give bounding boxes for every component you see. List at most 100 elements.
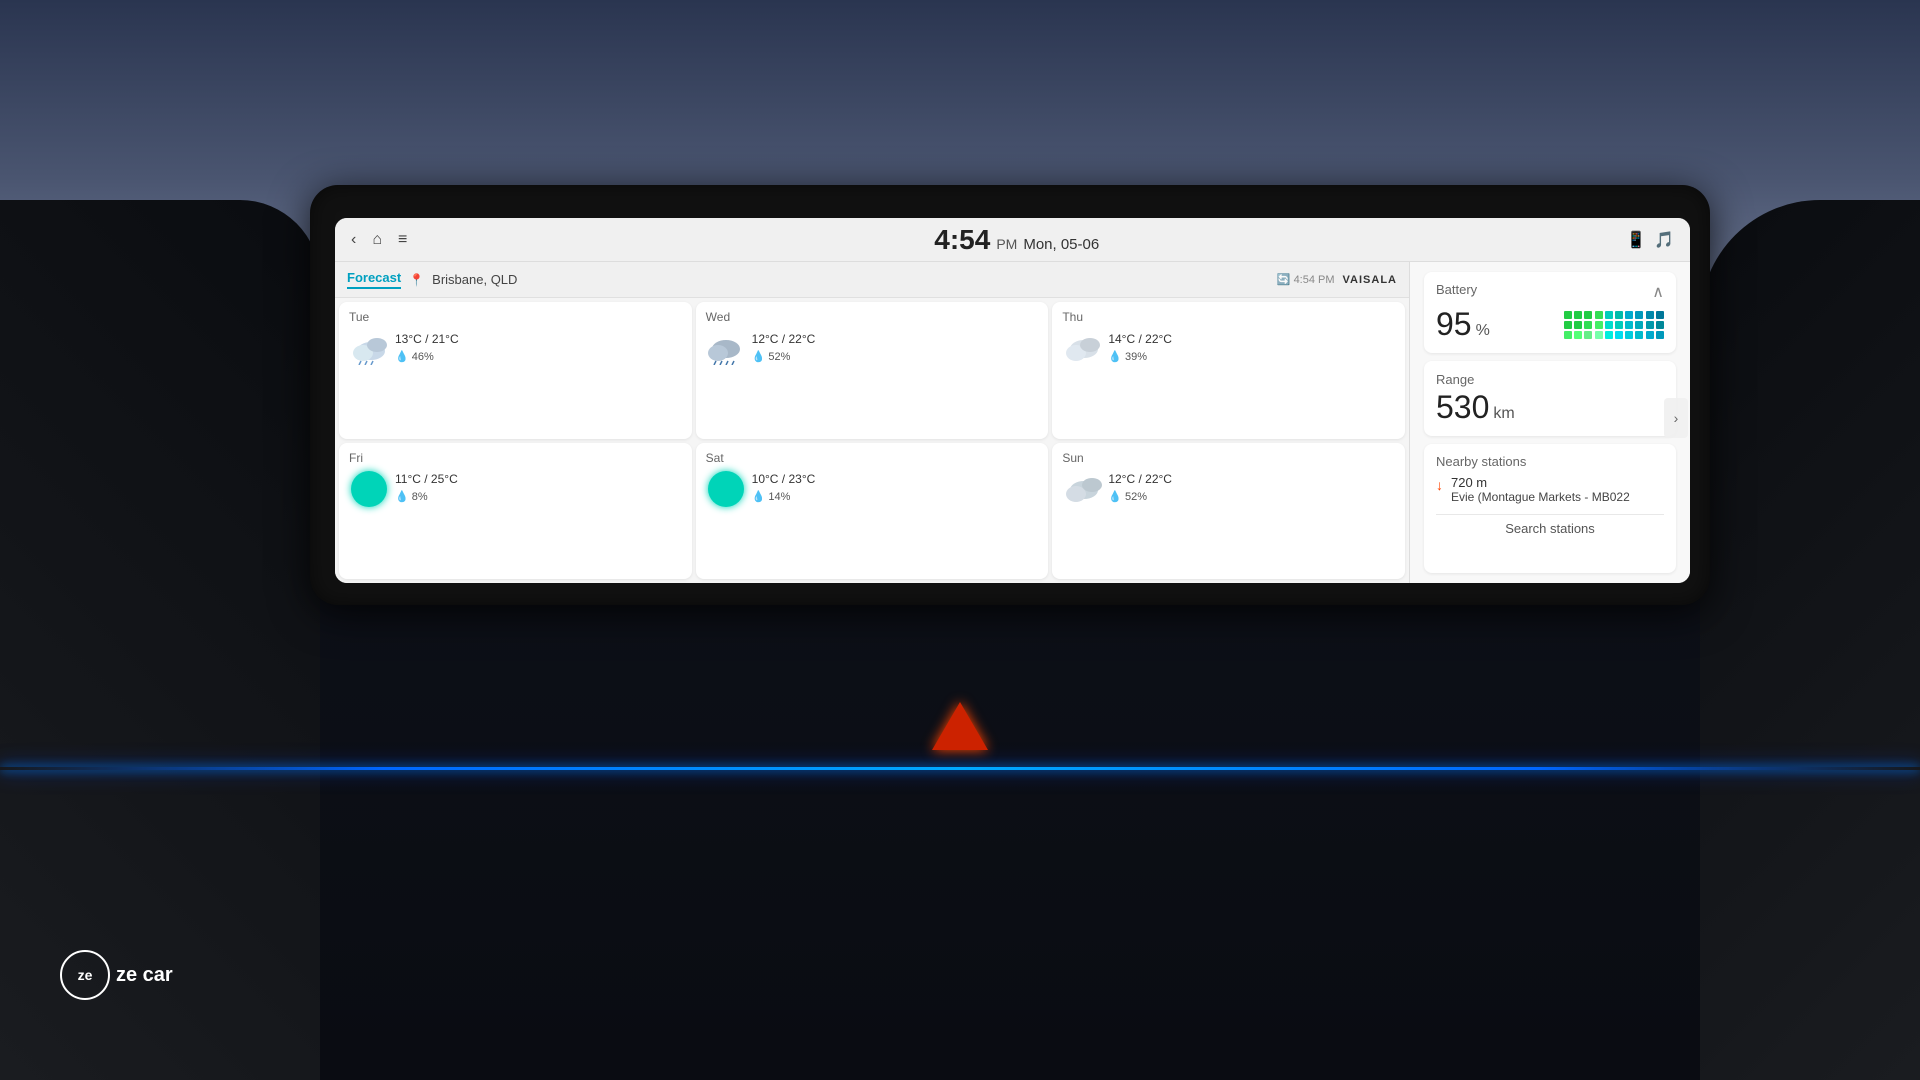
ev-panel: Battery ∧ 95 % [1410,262,1690,583]
status-bar: ‹ ⌂ ≡ 4:54 PM Mon, 05-06 📱 🎵 [335,218,1690,262]
raindrop-icon-sat: 💧 [752,489,766,507]
battery-cell [1574,331,1582,339]
weather-cell-sat: Sat 10°C / 23°C 💧 14% [696,443,1049,580]
left-panel [0,200,320,1080]
nav-arrow-right[interactable]: › [1664,398,1688,438]
temp-wed: 12°C / 22°C [752,330,816,349]
weather-details-tue: 13°C / 21°C 💧 46% [395,330,459,367]
battery-cell [1635,311,1643,319]
temp-sat: 10°C / 23°C [752,470,816,489]
weather-row-thu: 14°C / 22°C 💧 39% [1062,328,1395,368]
battery-cell [1595,321,1603,329]
weather-row-tue: 13°C / 21°C 💧 46% [349,328,682,368]
temp-fri: 11°C / 25°C [395,470,458,489]
rain-sun: 💧 52% [1108,489,1172,507]
rain-wed: 💧 52% [752,349,816,367]
stations-label: Nearby stations [1436,454,1664,469]
raindrop-icon-thu: 💧 [1108,349,1122,367]
status-icons: 📱 🎵 [1626,230,1674,250]
battery-header: Battery ∧ [1436,282,1664,302]
home-button[interactable]: ⌂ [372,231,382,249]
weather-icon-wed [706,328,746,368]
chevron-up-icon[interactable]: ∧ [1652,282,1664,302]
battery-section: Battery ∧ 95 % [1424,272,1676,353]
battery-cell [1635,321,1643,329]
weather-row-sun: 12°C / 22°C 💧 52% [1062,469,1395,509]
battery-unit: % [1476,322,1490,340]
battery-cell [1595,331,1603,339]
battery-cell [1605,311,1613,319]
range-number: 530 [1436,389,1489,426]
weather-icon-sat [706,469,746,509]
battery-cell [1605,331,1613,339]
head-unit-screen: ‹ ⌂ ≡ 4:54 PM Mon, 05-06 📱 🎵 Forecast 📍 … [335,218,1690,583]
battery-cell [1656,331,1664,339]
station-arrow-icon: ↓ [1436,477,1443,493]
stations-section: Nearby stations ↓ 720 m Evie (Montague M… [1424,444,1676,573]
day-wed: Wed [706,310,1039,324]
weather-row-fri: 11°C / 25°C 💧 8% [349,469,682,509]
vaisala-logo: VAISALA [1343,274,1397,286]
weather-panel: Forecast 📍 Brisbane, QLD 🔄 4:54 PM VAISA… [335,262,1410,583]
zecar-name: ze car [116,964,173,987]
search-stations-button[interactable]: Search stations [1436,514,1664,536]
weather-row-wed: 12°C / 22°C 💧 52% [706,328,1039,368]
zecar-logo: ze ze car [60,950,173,1000]
station-info: 720 m Evie (Montague Markets - MB022 [1451,475,1630,506]
rain-thu: 💧 39% [1108,349,1172,367]
weather-cell-sun: Sun 12°C / 22°C 💧 [1052,443,1405,580]
range-unit: km [1493,405,1514,423]
range-section: Range 530 km [1424,361,1676,436]
date-display: Mon, 05-06 [1023,236,1099,253]
raindrop-icon-tue: 💧 [395,349,409,367]
led-strip [0,767,1920,770]
battery-cell [1635,331,1643,339]
battery-cell [1564,331,1572,339]
sun-circle-sat [708,471,744,507]
weather-details-fri: 11°C / 25°C 💧 8% [395,470,458,507]
day-fri: Fri [349,451,682,465]
battery-cell [1564,311,1572,319]
battery-cell [1584,321,1592,329]
battery-cell [1656,311,1664,319]
battery-cell [1615,321,1623,329]
station-item: ↓ 720 m Evie (Montague Markets - MB022 [1436,475,1664,506]
weather-icon-tue [349,328,389,368]
menu-button[interactable]: ≡ [398,231,407,249]
location-text: Brisbane, QLD [432,272,517,287]
rain-sat: 💧 14% [752,489,816,507]
station-distance: 720 m [1451,475,1630,490]
day-sat: Sat [706,451,1039,465]
day-tue: Tue [349,310,682,324]
steering-wheel-area [1700,200,1920,1080]
battery-cell [1595,311,1603,319]
weather-icon-thu [1062,328,1102,368]
battery-label: Battery [1436,282,1477,297]
forecast-tab[interactable]: Forecast [347,270,401,289]
bluetooth-icon: 🎵 [1654,230,1674,250]
back-button[interactable]: ‹ [351,231,356,249]
raindrop-icon-wed: 💧 [752,349,766,367]
raindrop-icon-fri: 💧 [395,489,409,507]
phone-icon: 📱 [1626,230,1646,250]
weather-details-sat: 10°C / 23°C 💧 14% [752,470,816,507]
battery-cell [1605,321,1613,329]
nav-controls: ‹ ⌂ ≡ [351,231,407,249]
weather-details-sun: 12°C / 22°C 💧 52% [1108,470,1172,507]
day-sun: Sun [1062,451,1395,465]
range-value-display: 530 km [1436,389,1664,426]
time-display: 4:54 [934,224,990,256]
weather-cell-fri: Fri 11°C / 25°C 💧 8% [339,443,692,580]
weather-icon-sun [1062,469,1102,509]
weather-cell-tue: Tue [339,302,692,439]
battery-cell [1615,311,1623,319]
battery-cell [1656,321,1664,329]
hazard-button[interactable] [932,702,988,750]
zecar-ze: ze [78,967,93,983]
battery-cell [1646,321,1654,329]
weather-details-wed: 12°C / 22°C 💧 52% [752,330,816,367]
battery-cell [1625,311,1633,319]
battery-cell [1564,321,1572,329]
rain-tue: 💧 46% [395,349,459,367]
sun-circle [351,471,387,507]
